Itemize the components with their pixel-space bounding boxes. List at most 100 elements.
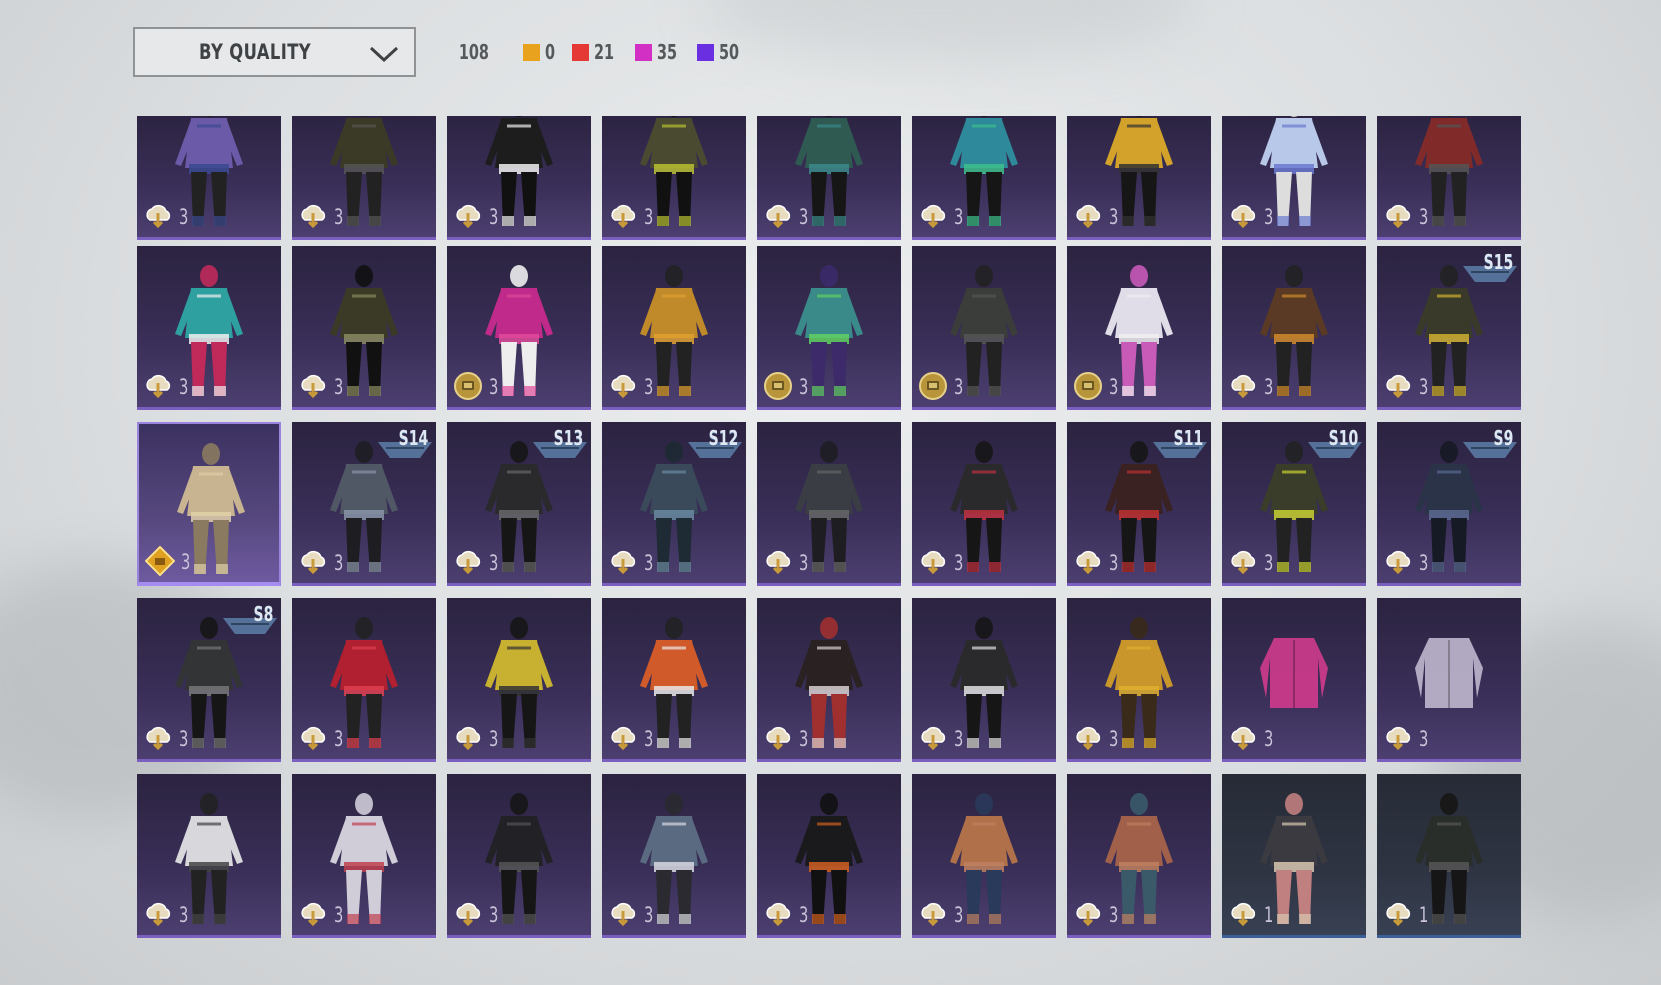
outfit-tile[interactable]: 3 S14 (292, 422, 436, 586)
outfit-tile[interactable]: 3 (1222, 246, 1366, 410)
outfit-tile[interactable]: 3 (292, 246, 436, 410)
outfit-count: 3 (954, 903, 964, 927)
outfit-tile[interactable]: 3 (757, 116, 901, 240)
season-badge: S14 (398, 426, 428, 450)
outfit-count: 3 (334, 903, 344, 927)
quality-count: 50 (719, 40, 740, 64)
outfit-tile[interactable]: 3 (1067, 598, 1211, 762)
cloud-icon (456, 551, 481, 575)
outfit-tile[interactable]: 3 (757, 598, 901, 762)
coin-icon (454, 372, 482, 400)
outfit-tile[interactable]: 3 (757, 774, 901, 938)
outfit-count: 3 (489, 727, 499, 751)
outfit-tile[interactable]: 3 (447, 774, 591, 938)
season-badge: S8 (253, 602, 273, 626)
outfit-tile[interactable]: 3 (292, 598, 436, 762)
outfit-count: 3 (954, 375, 964, 399)
outfit-tile[interactable]: 3 (912, 774, 1056, 938)
outfit-tile[interactable]: 3 (757, 246, 901, 410)
outfit-tile[interactable]: 3 S15 (1377, 246, 1521, 410)
outfit-tile[interactable]: 3 S11 (1067, 422, 1211, 586)
outfit-tile[interactable]: 3 (912, 116, 1056, 240)
outfit-tile[interactable]: 3 (1222, 116, 1366, 240)
outfit-grid: 3 3 3 3 3 3 3 3 3 3 3 3 3 3 3 3 3 3 S15 … (137, 116, 1523, 946)
outfit-tile[interactable]: 3 S13 (447, 422, 591, 586)
season-badge: S9 (1493, 426, 1513, 450)
outfit-tile[interactable]: 1 (1377, 774, 1521, 938)
cloud-icon (1386, 727, 1411, 751)
outfit-count: 3 (1109, 551, 1119, 575)
outfit-tile[interactable]: 3 (1377, 116, 1521, 240)
outfit-tile[interactable]: 3 (1222, 598, 1366, 762)
cloud-icon (766, 551, 791, 575)
cloud-icon (1076, 727, 1101, 751)
cloud-icon (921, 727, 946, 751)
outfit-count: 3 (489, 375, 499, 399)
outfit-tile[interactable]: 3 S8 (137, 598, 281, 762)
outfit-tile[interactable]: 3 (1067, 116, 1211, 240)
outfit-tile[interactable]: 3 (292, 116, 436, 240)
outfit-tile[interactable]: 3 (602, 774, 746, 938)
outfit-tile[interactable]: 3 (1067, 774, 1211, 938)
outfit-tile[interactable]: 3 (602, 116, 746, 240)
cloud-icon (146, 205, 171, 229)
outfit-tile[interactable]: 3 (1377, 598, 1521, 762)
sort-dropdown[interactable]: BY QUALITY (133, 27, 416, 77)
outfit-tile[interactable]: 3 (602, 598, 746, 762)
outfit-tile[interactable]: 3 (912, 422, 1056, 586)
cloud-icon (1076, 903, 1101, 927)
outfit-tile[interactable]: 3 (292, 774, 436, 938)
cloud-icon (1231, 727, 1256, 751)
cloud-icon (1231, 551, 1256, 575)
cloud-icon (146, 903, 171, 927)
outfit-tile[interactable]: 3 (447, 116, 591, 240)
outfit-count: 3 (334, 727, 344, 751)
cloud-icon (301, 727, 326, 751)
total-count: 108 (458, 40, 489, 64)
outfit-count: 3 (954, 205, 964, 229)
cloud-icon (921, 205, 946, 229)
outfit-tile[interactable]: 3 (1067, 246, 1211, 410)
cloud-icon (146, 375, 171, 399)
outfit-tile[interactable]: 3 (137, 774, 281, 938)
quality-stat-red: 21 (571, 40, 622, 64)
outfit-tile[interactable]: 3 (912, 598, 1056, 762)
cloud-icon (456, 205, 481, 229)
season-badge: S12 (708, 426, 738, 450)
outfit-count: 3 (1264, 375, 1274, 399)
outfit-count: 3 (799, 205, 809, 229)
cloud-icon (1386, 903, 1411, 927)
outfit-count: 3 (1419, 205, 1429, 229)
outfit-count: 3 (179, 903, 189, 927)
cloud-icon (1231, 205, 1256, 229)
outfit-count: 3 (489, 205, 499, 229)
outfit-count: 3 (644, 375, 654, 399)
outfit-count: 3 (334, 205, 344, 229)
outfit-tile[interactable]: 3 (137, 422, 281, 586)
quality-swatch-purple (697, 43, 715, 61)
outfit-count: 3 (334, 551, 344, 575)
outfit-count: 3 (181, 550, 191, 574)
quality-count: 35 (656, 40, 677, 64)
outfit-count: 3 (644, 551, 654, 575)
cloud-icon (1386, 551, 1411, 575)
outfit-tile[interactable]: 3 (602, 246, 746, 410)
outfit-tile[interactable]: 3 (447, 246, 591, 410)
outfit-count: 3 (799, 551, 809, 575)
outfit-count: 1 (1419, 903, 1429, 927)
outfit-tile[interactable]: 3 (757, 422, 901, 586)
outfit-tile[interactable]: 3 S9 (1377, 422, 1521, 586)
outfit-tile[interactable]: 3 (137, 246, 281, 410)
season-badge: S10 (1328, 426, 1358, 450)
outfit-tile[interactable]: 3 (447, 598, 591, 762)
outfit-tile[interactable]: 3 S12 (602, 422, 746, 586)
cloud-icon (1386, 375, 1411, 399)
outfit-count: 3 (644, 727, 654, 751)
outfit-tile[interactable]: 3 S10 (1222, 422, 1366, 586)
cloud-icon (1386, 205, 1411, 229)
outfit-tile[interactable]: 1 (1222, 774, 1366, 938)
quality-swatch-red (571, 43, 589, 61)
outfit-tile[interactable]: 3 (912, 246, 1056, 410)
cloud-icon (611, 727, 636, 751)
outfit-tile[interactable]: 3 (137, 116, 281, 240)
